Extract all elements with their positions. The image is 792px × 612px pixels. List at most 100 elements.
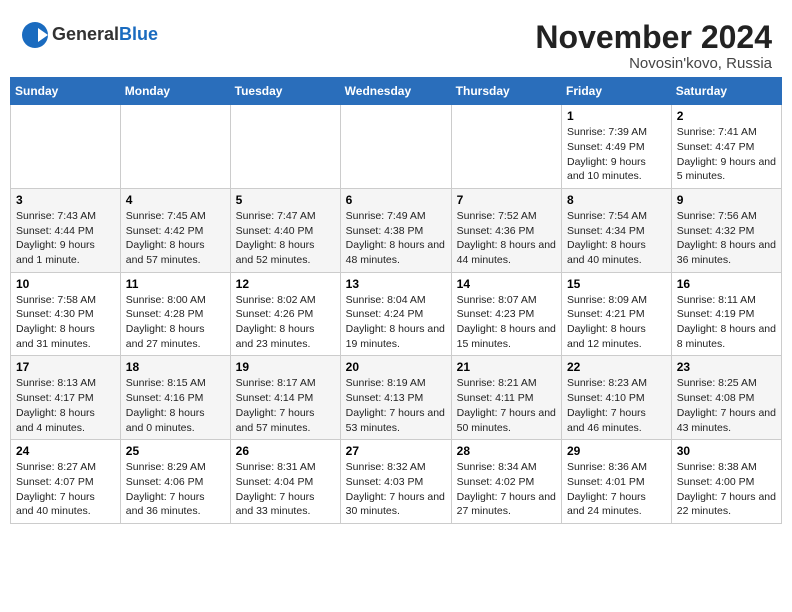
day-detail: Sunrise: 7:56 AMSunset: 4:32 PMDaylight:… (677, 209, 776, 268)
day-detail: Sunrise: 7:47 AMSunset: 4:40 PMDaylight:… (236, 209, 335, 268)
day-number: 19 (236, 360, 335, 374)
day-number: 2 (677, 109, 776, 123)
day-number: 12 (236, 277, 335, 291)
calendar-cell: 15Sunrise: 8:09 AMSunset: 4:21 PMDayligh… (562, 272, 672, 356)
day-detail: Sunrise: 7:41 AMSunset: 4:47 PMDaylight:… (677, 125, 776, 184)
calendar-cell: 5 Sunrise: 7:47 AMSunset: 4:40 PMDaylight… (230, 188, 340, 272)
calendar-cell: 25Sunrise: 8:29 AMSunset: 4:06 PMDayligh… (120, 440, 230, 524)
calendar-cell: 26 Sunrise: 8:31 AMSunset: 4:04 PMDayligh… (230, 440, 340, 524)
calendar-cell: 1Sunrise: 7:39 AMSunset: 4:49 PMDaylight… (562, 105, 672, 189)
calendar-week-1: 1Sunrise: 7:39 AMSunset: 4:49 PMDaylight… (11, 105, 782, 189)
day-detail: Sunrise: 8:19 AMSunset: 4:13 PMDaylight:… (346, 376, 446, 435)
day-detail: Sunrise: 8:11 AMSunset: 4:19 PMDaylight:… (677, 293, 776, 352)
day-detail: Sunrise: 8:38 AMSunset: 4:00 PMDaylight:… (677, 460, 776, 519)
calendar-cell (340, 105, 451, 189)
calendar-cell: 18 Sunrise: 8:15 AMSunset: 4:16 PMDayligh… (120, 356, 230, 440)
day-detail: Sunrise: 8:32 AMSunset: 4:03 PMDaylight:… (346, 460, 446, 519)
day-number: 23 (677, 360, 776, 374)
calendar-cell: 13Sunrise: 8:04 AMSunset: 4:24 PMDayligh… (340, 272, 451, 356)
day-number: 22 (567, 360, 666, 374)
day-number: 28 (457, 444, 556, 458)
calendar-header: SundayMondayTuesdayWednesdayThursdayFrid… (11, 78, 782, 105)
day-number: 3 (16, 193, 115, 207)
calendar-cell (230, 105, 340, 189)
day-detail: Sunrise: 7:45 AMSunset: 4:42 PMDaylight:… (126, 209, 225, 268)
calendar-cell (120, 105, 230, 189)
page-title: November 2024 (535, 20, 772, 55)
page-header: GeneralBlue November 2024 Novosin'kovo, … (10, 10, 782, 77)
day-number: 4 (126, 193, 225, 207)
day-number: 20 (346, 360, 446, 374)
day-detail: Sunrise: 7:43 AMSunset: 4:44 PMDaylight:… (16, 209, 115, 268)
day-detail: Sunrise: 7:58 AMSunset: 4:30 PMDaylight:… (16, 293, 115, 352)
day-detail: Sunrise: 8:36 AMSunset: 4:01 PMDaylight:… (567, 460, 666, 519)
day-number: 24 (16, 444, 115, 458)
header-cell-thursday: Thursday (451, 78, 561, 105)
logo-line1: General (52, 24, 119, 44)
title-block: November 2024 Novosin'kovo, Russia (535, 20, 772, 72)
calendar-cell: 2 Sunrise: 7:41 AMSunset: 4:47 PMDaylight… (671, 105, 781, 189)
calendar-cell: 4 Sunrise: 7:45 AMSunset: 4:42 PMDaylight… (120, 188, 230, 272)
day-detail: Sunrise: 8:21 AMSunset: 4:11 PMDaylight:… (457, 376, 556, 435)
header-cell-saturday: Saturday (671, 78, 781, 105)
calendar-cell: 29Sunrise: 8:36 AMSunset: 4:01 PMDayligh… (562, 440, 672, 524)
calendar-cell: 9Sunrise: 7:56 AMSunset: 4:32 PMDaylight… (671, 188, 781, 272)
day-detail: Sunrise: 7:49 AMSunset: 4:38 PMDaylight:… (346, 209, 446, 268)
day-number: 6 (346, 193, 446, 207)
logo-icon (20, 20, 50, 50)
calendar-cell: 16Sunrise: 8:11 AMSunset: 4:19 PMDayligh… (671, 272, 781, 356)
calendar-cell: 14Sunrise: 8:07 AMSunset: 4:23 PMDayligh… (451, 272, 561, 356)
day-detail: Sunrise: 8:00 AMSunset: 4:28 PMDaylight:… (126, 293, 225, 352)
day-detail: Sunrise: 8:15 AMSunset: 4:16 PMDaylight:… (126, 376, 225, 435)
day-number: 7 (457, 193, 556, 207)
calendar-cell: 12 Sunrise: 8:02 AMSunset: 4:26 PMDayligh… (230, 272, 340, 356)
calendar-cell: 30 Sunrise: 8:38 AMSunset: 4:00 PMDayligh… (671, 440, 781, 524)
calendar-body: 1Sunrise: 7:39 AMSunset: 4:49 PMDaylight… (11, 105, 782, 524)
calendar-cell: 27 Sunrise: 8:32 AMSunset: 4:03 PMDayligh… (340, 440, 451, 524)
day-detail: Sunrise: 8:13 AMSunset: 4:17 PMDaylight:… (16, 376, 115, 435)
day-number: 17 (16, 360, 115, 374)
calendar-cell (11, 105, 121, 189)
calendar-week-5: 24 Sunrise: 8:27 AMSunset: 4:07 PMDayligh… (11, 440, 782, 524)
day-number: 15 (567, 277, 666, 291)
day-detail: Sunrise: 8:23 AMSunset: 4:10 PMDaylight:… (567, 376, 666, 435)
day-number: 5 (236, 193, 335, 207)
header-cell-monday: Monday (120, 78, 230, 105)
day-number: 27 (346, 444, 446, 458)
calendar-cell: 10 Sunrise: 7:58 AMSunset: 4:30 PMDayligh… (11, 272, 121, 356)
calendar-cell: 6 Sunrise: 7:49 AMSunset: 4:38 PMDaylight… (340, 188, 451, 272)
header-row: SundayMondayTuesdayWednesdayThursdayFrid… (11, 78, 782, 105)
day-detail: Sunrise: 8:07 AMSunset: 4:23 PMDaylight:… (457, 293, 556, 352)
calendar-week-4: 17 Sunrise: 8:13 AMSunset: 4:17 PMDayligh… (11, 356, 782, 440)
day-detail: Sunrise: 8:31 AMSunset: 4:04 PMDaylight:… (236, 460, 335, 519)
day-detail: Sunrise: 7:39 AMSunset: 4:49 PMDaylight:… (567, 125, 666, 184)
calendar-cell: 23 Sunrise: 8:25 AMSunset: 4:08 PMDayligh… (671, 356, 781, 440)
day-detail: Sunrise: 8:04 AMSunset: 4:24 PMDaylight:… (346, 293, 446, 352)
calendar-cell (451, 105, 561, 189)
day-number: 26 (236, 444, 335, 458)
calendar-cell: 19Sunrise: 8:17 AMSunset: 4:14 PMDayligh… (230, 356, 340, 440)
day-detail: Sunrise: 8:27 AMSunset: 4:07 PMDaylight:… (16, 460, 115, 519)
calendar-cell: 3 Sunrise: 7:43 AMSunset: 4:44 PMDaylight… (11, 188, 121, 272)
calendar-week-3: 10 Sunrise: 7:58 AMSunset: 4:30 PMDayligh… (11, 272, 782, 356)
calendar-cell: 22 Sunrise: 8:23 AMSunset: 4:10 PMDayligh… (562, 356, 672, 440)
page-subtitle: Novosin'kovo, Russia (535, 55, 772, 72)
day-number: 18 (126, 360, 225, 374)
day-detail: Sunrise: 8:25 AMSunset: 4:08 PMDaylight:… (677, 376, 776, 435)
header-cell-sunday: Sunday (11, 78, 121, 105)
day-detail: Sunrise: 7:52 AMSunset: 4:36 PMDaylight:… (457, 209, 556, 268)
calendar-cell: 7 Sunrise: 7:52 AMSunset: 4:36 PMDaylight… (451, 188, 561, 272)
header-cell-wednesday: Wednesday (340, 78, 451, 105)
calendar-cell: 24 Sunrise: 8:27 AMSunset: 4:07 PMDayligh… (11, 440, 121, 524)
calendar-cell: 21 Sunrise: 8:21 AMSunset: 4:11 PMDayligh… (451, 356, 561, 440)
day-number: 8 (567, 193, 666, 207)
day-number: 30 (677, 444, 776, 458)
logo-line2: Blue (119, 24, 158, 44)
day-number: 21 (457, 360, 556, 374)
day-number: 11 (126, 277, 225, 291)
day-detail: Sunrise: 8:02 AMSunset: 4:26 PMDaylight:… (236, 293, 335, 352)
calendar-cell: 11 Sunrise: 8:00 AMSunset: 4:28 PMDayligh… (120, 272, 230, 356)
day-number: 10 (16, 277, 115, 291)
header-cell-tuesday: Tuesday (230, 78, 340, 105)
header-cell-friday: Friday (562, 78, 672, 105)
